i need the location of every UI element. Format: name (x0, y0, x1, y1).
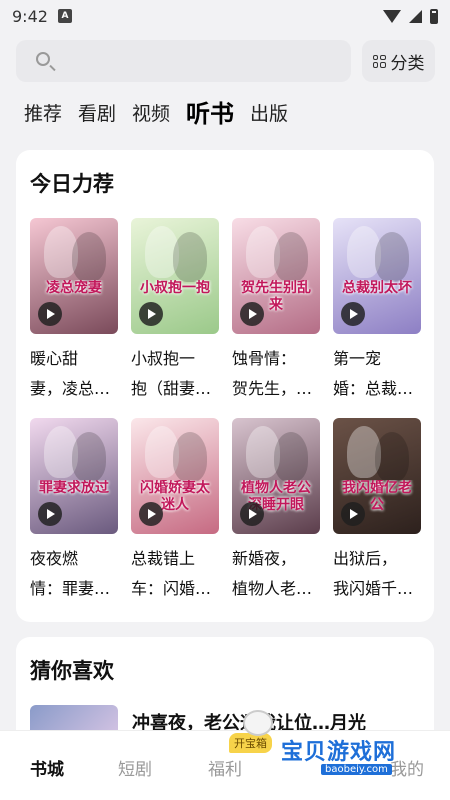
category-label: 分类 (390, 53, 425, 74)
book-item[interactable]: 凌总宠妻暖心甜妻，凌总… (30, 218, 118, 404)
book-title-line1: 暖心甜 (30, 349, 79, 368)
tab-video[interactable]: 视频 (132, 96, 170, 132)
book-title-line2: 我闪婚千… (333, 579, 414, 598)
nav-short-drama[interactable]: 短剧 (118, 755, 152, 780)
battery-icon (430, 8, 438, 24)
tab-audiobook[interactable]: 听书 (186, 96, 234, 132)
book-item[interactable]: 罪妻求放过夜夜燃情：罪妻… (30, 418, 118, 604)
play-icon[interactable] (341, 302, 365, 326)
book-title-line1: 出狱后， (333, 549, 398, 568)
play-icon[interactable] (139, 302, 163, 326)
gamepad-icon (243, 710, 273, 736)
book-title-line1: 新婚夜， (232, 549, 297, 568)
book-cover: 闪婚娇妻太迷人 (131, 418, 219, 534)
book-cover: 植物人老公深睡开眼 (232, 418, 320, 534)
book-cover: 罪妻求放过 (30, 418, 118, 534)
category-button[interactable]: 分类 (362, 40, 435, 82)
book-title-line1: 夜夜燃 (30, 549, 79, 568)
search-input[interactable] (16, 40, 351, 82)
book-title-line2: 抱（甜妻… (131, 379, 212, 398)
status-time: 9:42 (12, 6, 48, 26)
wifi-icon (383, 9, 401, 23)
nav-bookstore[interactable]: 书城 (30, 755, 64, 780)
play-icon[interactable] (139, 502, 163, 526)
treasure-badge: 开宝箱 (229, 733, 272, 753)
watermark-logo: 宝贝游戏网 baobeiy.com (243, 710, 427, 778)
book-title-line2: 车：闪婚… (131, 579, 212, 598)
book-item[interactable]: 总裁别太坏第一宠婚：总裁… (333, 218, 421, 404)
book-title-line1: 蚀骨情： (232, 349, 297, 368)
top-tabs: 推荐 看剧 视频 听书 出版 (24, 96, 288, 132)
play-icon[interactable] (38, 502, 62, 526)
today-picks-card: 今日力荐 凌总宠妻 暖心甜 妻，凌总… 小叔抱一抱 小叔抱一 抱（甜妻… 贺先生别乱来 蚀骨情… (16, 150, 434, 622)
book-item[interactable]: 闪婚娇妻太迷人总裁错上车：闪婚… (131, 418, 219, 604)
tab-recommend[interactable]: 推荐 (24, 96, 62, 132)
book-cover: 贺先生别乱来 (232, 218, 320, 334)
signal-icon (409, 9, 422, 23)
book-item[interactable]: 小叔抱一抱小叔抱一抱（甜妻… (131, 218, 219, 404)
book-title-line2: 植物人老… (232, 579, 313, 598)
search-icon (36, 52, 50, 66)
book-title-line2: 情：罪妻… (30, 579, 111, 598)
play-icon[interactable] (341, 502, 365, 526)
section-title: 猜你喜欢 (30, 659, 114, 683)
status-bar: 9:42 A (0, 0, 450, 32)
book-item[interactable]: 植物人老公深睡开眼新婚夜， 植物人老… (232, 418, 320, 604)
book-cover: 总裁别太坏 (333, 218, 421, 334)
book-cover: 小叔抱一抱 (131, 218, 219, 334)
play-icon[interactable] (38, 302, 62, 326)
watermark-text: 宝贝游戏网 (281, 740, 397, 765)
book-cover: 我闪婚亿老公 (333, 418, 421, 534)
notification-icon: A (57, 9, 72, 23)
play-icon[interactable] (240, 502, 264, 526)
tab-publish[interactable]: 出版 (250, 96, 288, 132)
book-title-line1: 小叔抱一 (131, 349, 196, 368)
section-title: 今日力荐 (30, 172, 114, 196)
book-item[interactable]: 贺先生别乱来蚀骨情： 贺先生，… (232, 218, 320, 404)
book-title-line1: 第一宠 (333, 349, 382, 368)
watermark-url: baobeiy.com (321, 764, 392, 775)
nav-welfare[interactable]: 福利 (208, 755, 242, 780)
book-item[interactable]: 我闪婚亿老公出狱后， 我闪婚千… (333, 418, 421, 604)
play-icon[interactable] (240, 302, 264, 326)
grid-icon (372, 54, 386, 68)
book-title-line2: 贺先生，… (232, 379, 313, 398)
tab-drama[interactable]: 看剧 (78, 96, 116, 132)
book-title-line2: 婚：总裁… (333, 379, 414, 398)
book-title-line1: 总裁错上 (131, 549, 196, 568)
book-title-line2: 妻，凌总… (30, 379, 111, 398)
book-cover: 凌总宠妻 (30, 218, 118, 334)
